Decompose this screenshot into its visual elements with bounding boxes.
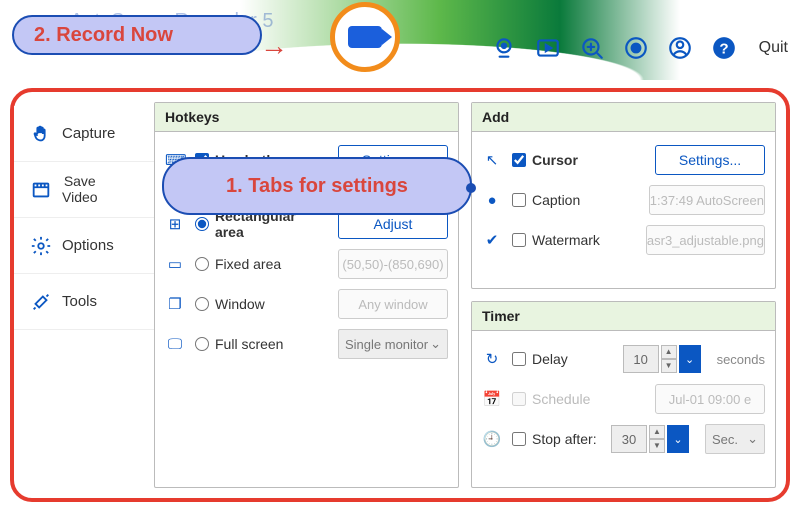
- quit-button[interactable]: Quit: [755, 39, 788, 57]
- chevron-down-icon: ⌄: [747, 431, 758, 447]
- arrow-icon: →: [260, 30, 288, 62]
- tab-label: SaveVideo: [62, 174, 98, 205]
- fixed-area-radio[interactable]: Fixed area: [195, 256, 328, 272]
- watermark-checkbox[interactable]: Watermark: [512, 232, 636, 248]
- caption-value: 1:37:49 AutoScreen: [649, 185, 765, 215]
- schedule-checkbox[interactable]: Schedule: [512, 391, 645, 407]
- caption-checkbox[interactable]: Caption: [512, 192, 639, 208]
- panel-timer: Timer ↻ Delay 10 ▲▼ ⌄ seconds 📅 Schedule…: [471, 301, 776, 488]
- tools-icon: [30, 291, 52, 313]
- fixed-area-value: (50,50)-(850,690): [338, 249, 448, 279]
- cursor-settings-button[interactable]: Settings...: [655, 145, 765, 175]
- callout-tabs-text: 1. Tabs for settings: [226, 175, 408, 198]
- spin-down-icon[interactable]: ▼: [649, 439, 665, 453]
- callout-record-now-text: 2. Record Now: [34, 24, 173, 47]
- schedule-value: Jul-01 09:00 e: [655, 384, 765, 414]
- chevron-down-icon[interactable]: ⌄: [667, 425, 689, 453]
- camera-icon: [348, 26, 382, 48]
- help-icon[interactable]: ?: [711, 35, 737, 61]
- callout-tabs-settings: 1. Tabs for settings: [162, 157, 472, 215]
- window-radio[interactable]: Window: [195, 296, 328, 312]
- checkmark-icon: ✔: [482, 231, 502, 249]
- panel-title: Timer: [472, 302, 775, 331]
- monitor-select[interactable]: Single monitor⌄: [338, 329, 448, 359]
- top-toolbar: ? Quit: [491, 35, 788, 61]
- header: AutoScreenRecorder 5 2. Record Now → ? Q…: [0, 0, 800, 80]
- calendar-icon: 📅: [482, 390, 502, 408]
- hand-icon: [30, 123, 52, 145]
- tab-label: Options: [62, 237, 114, 254]
- clock-icon: 🕘: [482, 430, 502, 448]
- main-panel: Capture SaveVideo Options Tools Hotkeys …: [10, 88, 790, 502]
- panel-title: Hotkeys: [155, 103, 458, 132]
- tab-tools[interactable]: Tools: [14, 274, 154, 330]
- sidebar: Capture SaveVideo Options Tools: [14, 102, 154, 488]
- gear-icon: [30, 235, 52, 257]
- user-icon[interactable]: [667, 35, 693, 61]
- cursor-icon: ↖: [482, 151, 502, 169]
- rect-icon: ▭: [165, 255, 185, 273]
- tab-label: Tools: [62, 293, 97, 310]
- spin-down-icon[interactable]: ▼: [661, 359, 677, 373]
- tab-label: Capture: [62, 125, 115, 142]
- window-value: Any window: [338, 289, 448, 319]
- callout-handle-icon: [466, 183, 476, 193]
- film-icon: [30, 179, 52, 201]
- stop-after-checkbox[interactable]: Stop after:: [512, 431, 601, 447]
- watermark-value: asr3_adjustable.png: [646, 225, 765, 255]
- zoom-icon[interactable]: [579, 35, 605, 61]
- panel-title: Add: [472, 103, 775, 132]
- delay-checkbox[interactable]: Delay: [512, 351, 613, 367]
- play-icon[interactable]: [535, 35, 561, 61]
- delay-unit: seconds: [717, 352, 765, 367]
- tab-options[interactable]: Options: [14, 218, 154, 274]
- panel-add: Add ↖ Cursor Settings... ● Caption 1:37:…: [471, 102, 776, 289]
- monitor-icon: 🖵: [165, 336, 185, 353]
- callout-record-now: 2. Record Now: [12, 15, 262, 55]
- spin-up-icon[interactable]: ▲: [661, 345, 677, 359]
- globe-icon: ●: [482, 192, 502, 209]
- content-area: Hotkeys ⌨ Use hotkeys Settings... Screen…: [154, 102, 776, 488]
- stop-spinner[interactable]: 30 ▲▼ ⌄: [611, 425, 689, 453]
- windows-icon: ❐: [165, 295, 185, 313]
- stop-unit-select[interactable]: Sec.⌄: [705, 424, 765, 454]
- record-button[interactable]: [330, 2, 400, 72]
- webcam-icon[interactable]: [491, 35, 517, 61]
- chevron-down-icon[interactable]: ⌄: [679, 345, 701, 373]
- delay-spinner[interactable]: 10 ▲▼ ⌄: [623, 345, 701, 373]
- cursor-checkbox[interactable]: Cursor: [512, 152, 645, 168]
- chevron-down-icon: ⌄: [430, 336, 441, 352]
- history-icon: ↻: [482, 350, 502, 368]
- svg-text:?: ?: [719, 40, 728, 57]
- expand-icon: ⊞: [165, 215, 185, 233]
- spin-up-icon[interactable]: ▲: [649, 425, 665, 439]
- tab-save-video[interactable]: SaveVideo: [14, 162, 154, 218]
- fullscreen-radio[interactable]: Full screen: [195, 336, 328, 352]
- record-dot-icon[interactable]: [623, 35, 649, 61]
- tab-capture[interactable]: Capture: [14, 106, 154, 162]
